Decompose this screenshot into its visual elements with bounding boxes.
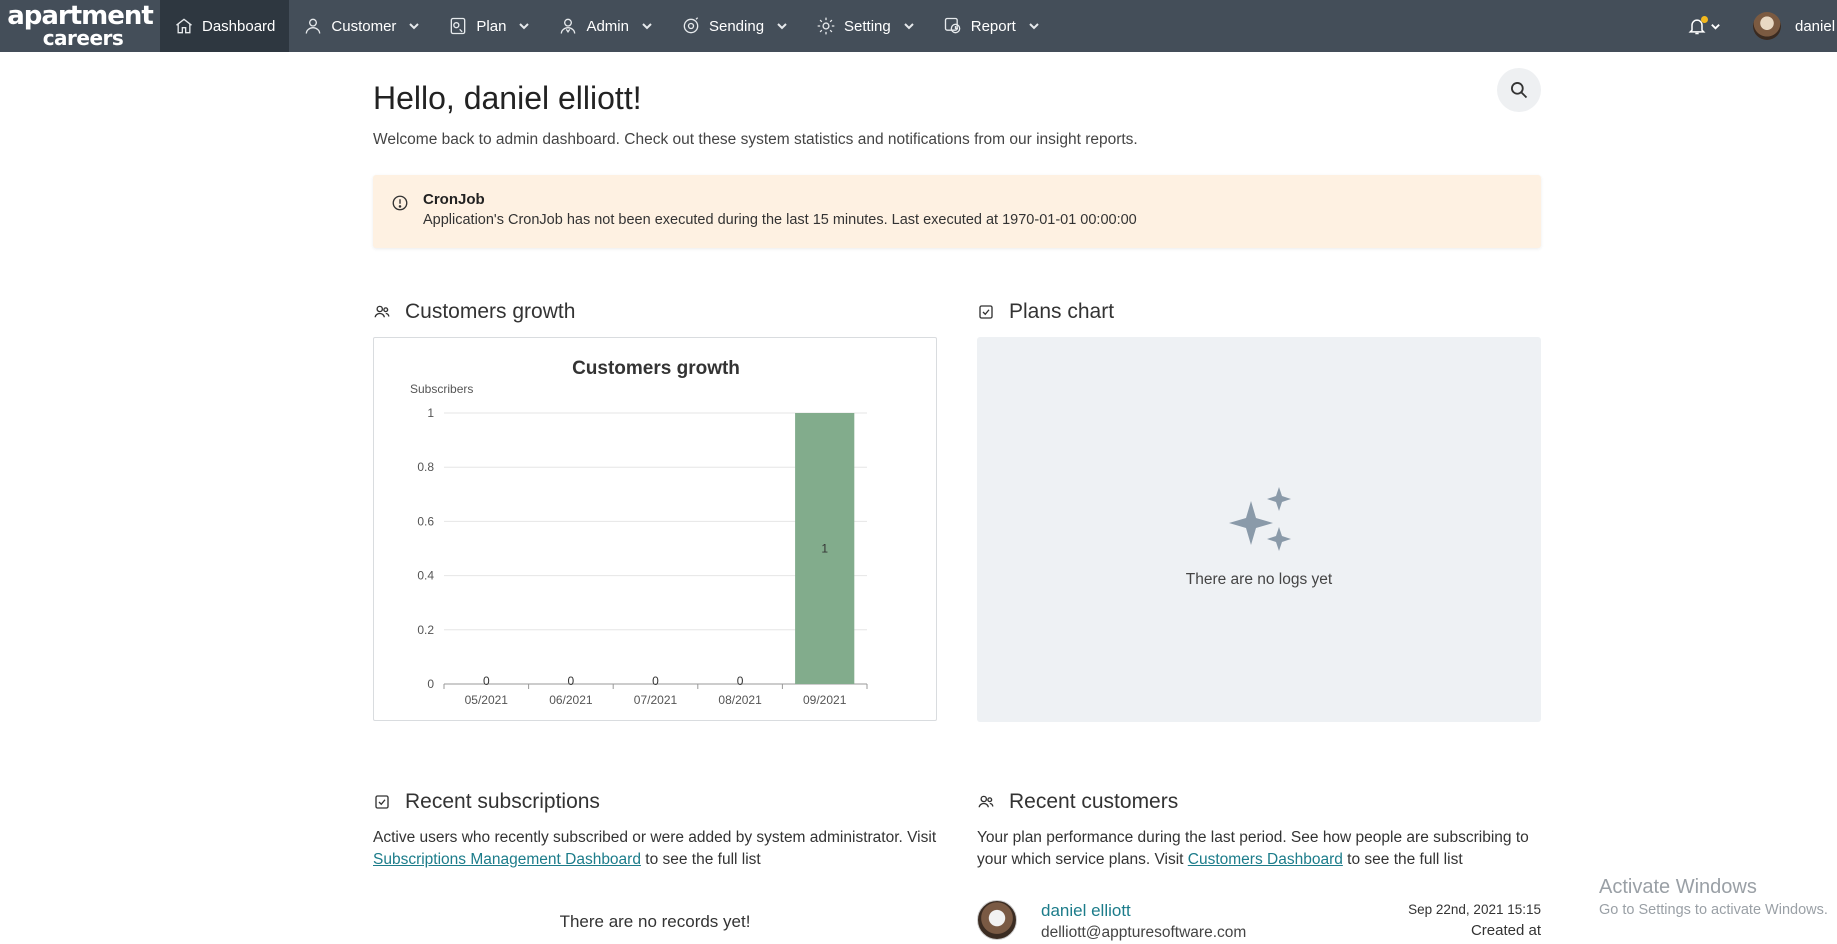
chevron-down-icon [409, 23, 420, 30]
alert-message: Application's CronJob has not been execu… [423, 212, 1137, 228]
nav-admin-label: Admin [586, 17, 629, 35]
subscriptions-desc-suffix: to see the full list [645, 851, 761, 868]
x-tick-label: 07/2021 [634, 693, 678, 707]
nav-sending[interactable]: Sending [667, 0, 802, 52]
nav-right-area: daniel [1687, 0, 1837, 52]
admin-icon [561, 18, 576, 34]
chevron-down-icon [904, 23, 914, 30]
chart-svg: Customers growth Subscribers 0 0.2 0.4 0.6 0.8… [410, 358, 868, 707]
customer-avatar[interactable] [977, 900, 1017, 940]
y-tick-label: 1 [427, 406, 434, 420]
sending-icon [683, 17, 699, 34]
customers-growth-heading: Customers growth [373, 300, 575, 324]
customers-growth-title: Customers growth [405, 300, 576, 323]
no-records-text: There are no records yet! [559, 912, 751, 931]
chevron-down-icon [1711, 23, 1720, 30]
bar-data-label: 0 [652, 674, 659, 688]
notifications-button[interactable] [1687, 16, 1721, 36]
windows-activation-watermark: Activate Windows Go to Settings to activ… [1599, 876, 1828, 918]
bar-data-label: 0 [737, 674, 744, 688]
nav-plan-label: Plan [476, 17, 507, 35]
y-tick-label: 0.2 [417, 623, 434, 637]
plans-chart-heading: Plans chart [977, 300, 1114, 324]
logo-text-line2: careers [42, 25, 124, 50]
nav-plan[interactable]: Plan [434, 0, 544, 52]
search-button[interactable] [1497, 68, 1541, 112]
y-tick-label: 0.8 [417, 460, 434, 474]
activate-windows-subtitle: Go to Settings to activate Windows. [1599, 902, 1828, 918]
subscriptions-dashboard-link[interactable]: Subscriptions Management Dashboard [373, 851, 641, 868]
user-avatar[interactable] [1753, 12, 1781, 40]
x-tick-label: 09/2021 [803, 693, 847, 707]
nav-customer-label: Customer [331, 17, 397, 35]
info-icon [391, 194, 409, 212]
bar-data-label: 0 [568, 674, 575, 688]
cronjob-alert: CronJob Application's CronJob has not be… [373, 175, 1541, 248]
activate-windows-title: Activate Windows [1599, 876, 1757, 898]
alert-title: CronJob [423, 191, 485, 208]
user-icon [306, 18, 321, 34]
x-tick-label: 05/2021 [465, 693, 509, 707]
users-icon [978, 795, 994, 808]
checkbox-icon [375, 795, 389, 809]
y-tick-label: 0 [427, 677, 434, 691]
user-name[interactable]: daniel [1795, 18, 1837, 35]
search-icon [1511, 82, 1528, 99]
bar-data-label: 0 [483, 674, 490, 688]
welcome-text: Welcome back to admin dashboard. Check o… [373, 131, 1138, 148]
home-icon [176, 18, 192, 34]
plans-empty-text: There are no logs yet [1185, 571, 1333, 588]
nav-report-label: Report [970, 17, 1016, 35]
customers-dashboard-link[interactable]: Customers Dashboard [1188, 851, 1343, 868]
sparkle-icon [1229, 487, 1291, 551]
checkbox-icon [979, 305, 993, 319]
report-icon [944, 17, 961, 34]
plans-chart-panel: There are no logs yet [977, 337, 1541, 722]
nav-report[interactable]: Report [929, 0, 1054, 52]
y-tick-label: 0.4 [417, 569, 434, 583]
gear-icon [817, 17, 835, 35]
page-title: Hello, daniel elliott! [373, 80, 642, 116]
customers-description: Your plan performance during the last pe… [977, 827, 1541, 871]
plan-icon [451, 17, 466, 35]
notification-dot [1701, 16, 1708, 23]
nav-dashboard-label: Dashboard [202, 17, 276, 35]
chevron-down-icon [519, 23, 530, 30]
y-axis-label: Subscribers [410, 382, 473, 396]
x-tick-label: 08/2021 [718, 693, 762, 707]
recent-customers-heading: Recent customers [977, 790, 1178, 814]
nav-admin[interactable]: Admin [544, 0, 667, 52]
customer-name[interactable]: daniel elliott [1041, 901, 1131, 921]
customer-created-label: Created at [1470, 922, 1541, 939]
bar-data-label: 1 [821, 542, 828, 556]
subscriptions-desc-text: Active users who recently subscribed or … [373, 829, 937, 846]
nav-customer[interactable]: Customer [289, 0, 434, 52]
users-icon [374, 305, 390, 318]
chevron-down-icon [777, 23, 787, 30]
chevron-down-icon [642, 23, 652, 30]
brand-logo[interactable]: apartment careers [0, 0, 160, 52]
plans-chart-title: Plans chart [1009, 300, 1115, 323]
customer-created-date: Sep 22nd, 2021 15:15 [1408, 902, 1541, 917]
nav-dashboard[interactable]: Dashboard [160, 0, 290, 52]
chevron-down-icon [1029, 23, 1039, 30]
customers-growth-chart: Customers growth Subscribers 0 0.2 0.4 0.6 0.8… [373, 337, 937, 721]
recent-subscriptions-title: Recent subscriptions [405, 790, 600, 813]
y-tick-label: 0.6 [417, 514, 434, 528]
subscriptions-description: Active users who recently subscribed or … [373, 827, 948, 871]
chart-title: Customers growth [572, 358, 740, 379]
x-tick-label: 06/2021 [549, 693, 593, 707]
customers-desc-suffix: to see the full list [1347, 851, 1463, 868]
nav-sending-label: Sending [708, 17, 765, 35]
top-navbar: apartment careers Dashboard Customer Pla… [0, 0, 1837, 52]
recent-customers-title: Recent customers [1009, 790, 1179, 813]
customer-email: delliott@appturesoftware.com [1041, 924, 1247, 941]
nav-setting-label: Setting [844, 17, 891, 35]
nav-setting[interactable]: Setting [802, 0, 929, 52]
recent-subscriptions-heading: Recent subscriptions [373, 790, 600, 814]
